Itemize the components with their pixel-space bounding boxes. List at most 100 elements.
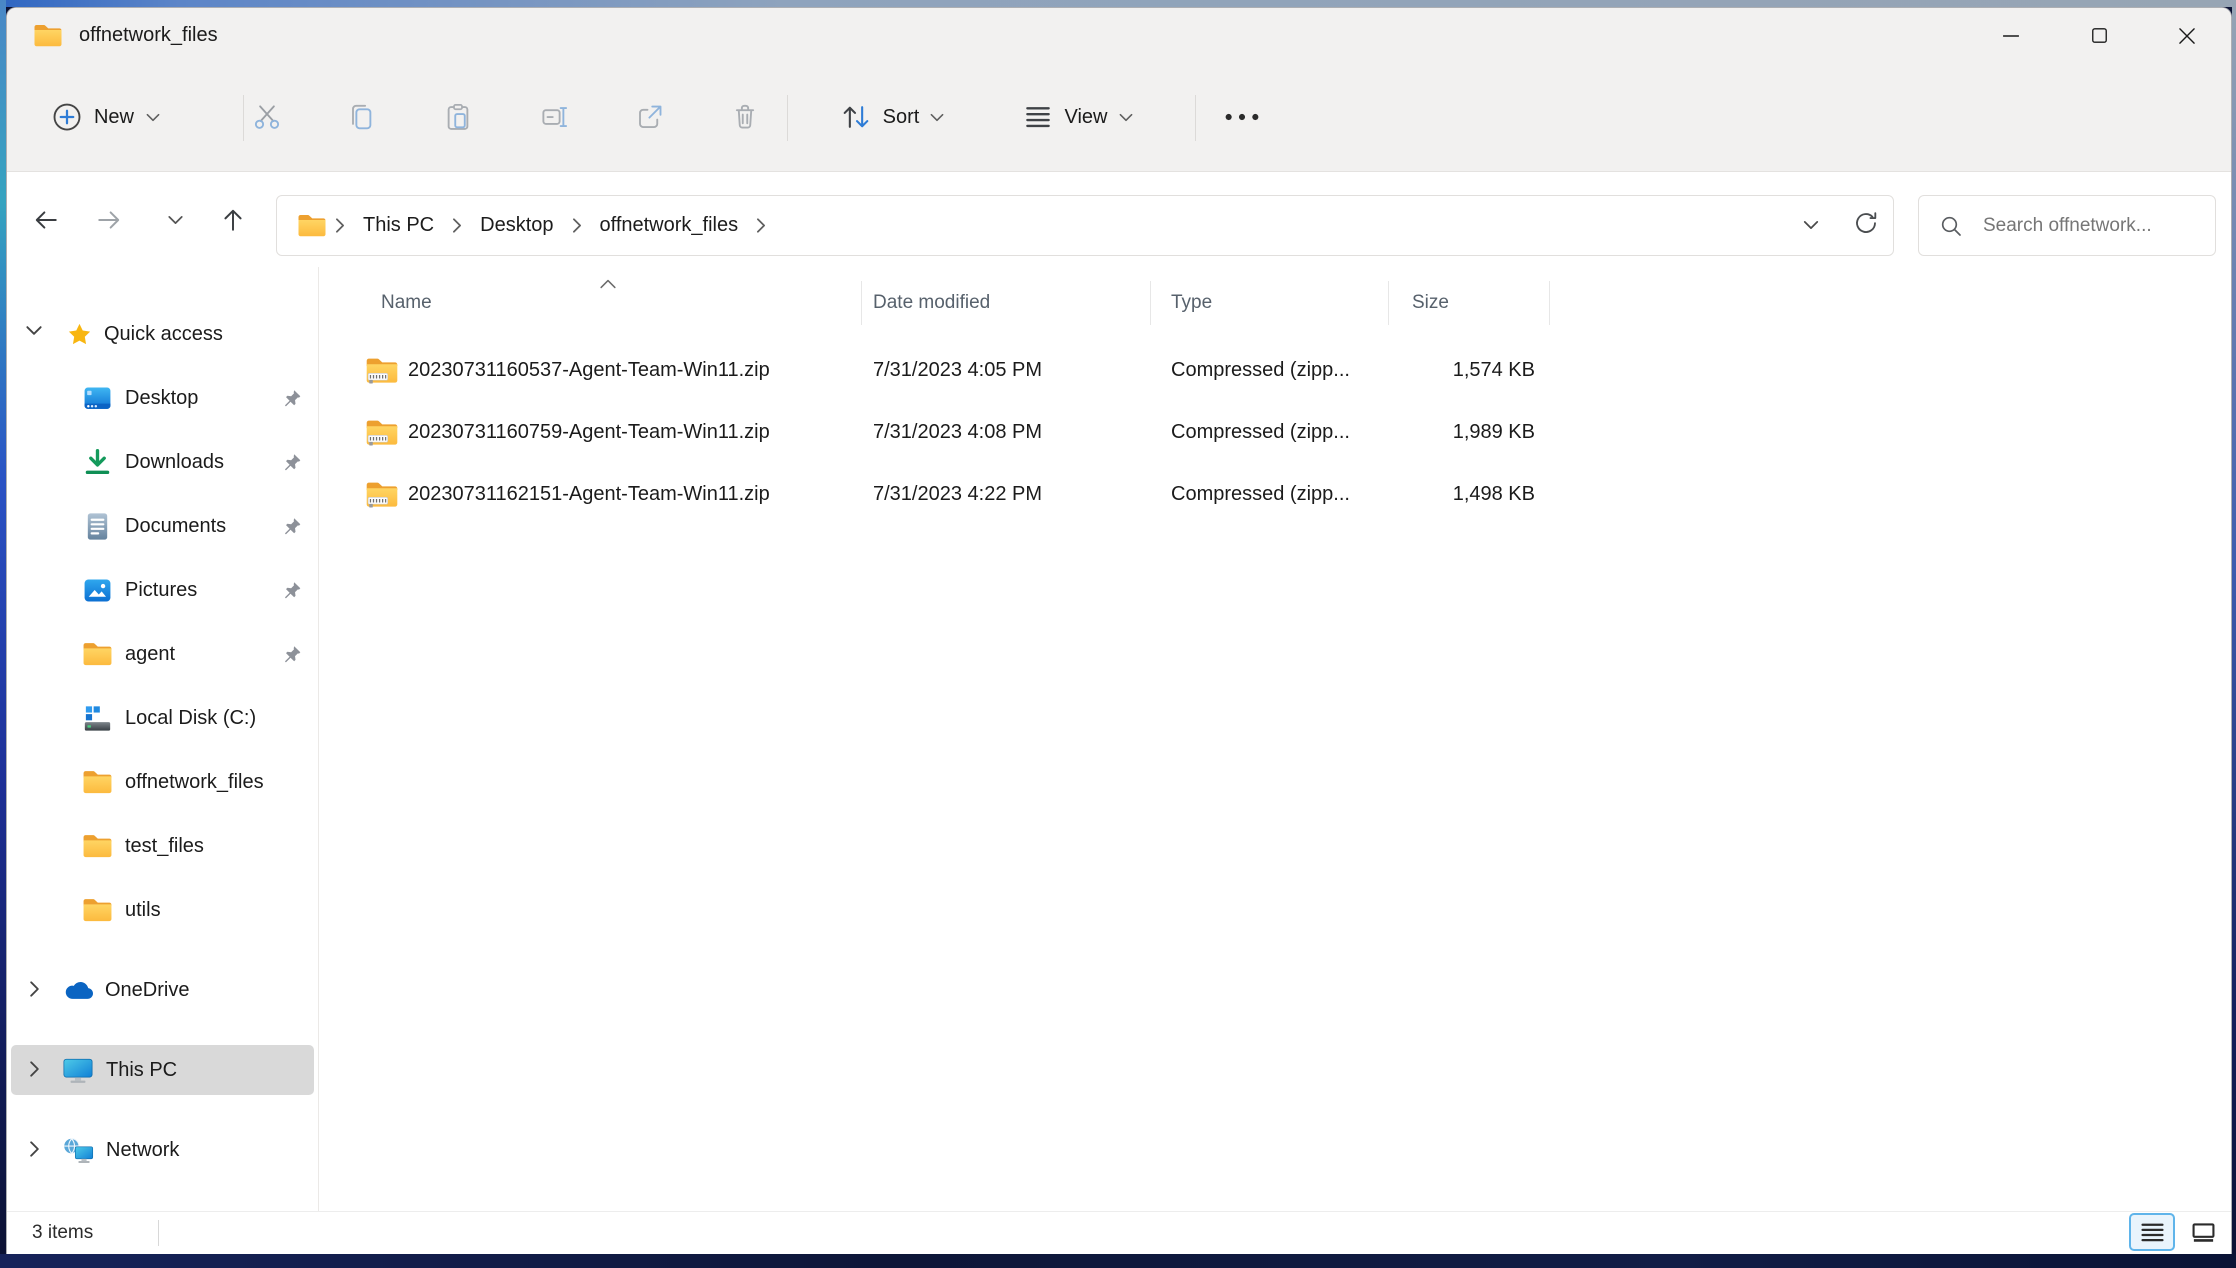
- chevron-down-icon: [25, 325, 43, 343]
- sidebar-item-label: utils: [125, 899, 161, 922]
- breadcrumb-desktop[interactable]: Desktop: [470, 208, 563, 243]
- address-bar[interactable]: This PC Desktop offnetwork_files: [276, 195, 1894, 256]
- sidebar-item-pictures[interactable]: Pictures: [11, 565, 314, 615]
- chevron-right-icon: [25, 1061, 43, 1079]
- file-row[interactable]: 20230731160759-Agent-Team-Win11.zip 7/31…: [319, 401, 2231, 463]
- new-button[interactable]: New: [37, 89, 175, 145]
- view-lines-icon: [1022, 102, 1054, 132]
- column-header-date-modified[interactable]: Date modified: [862, 281, 1151, 325]
- sidebar-item-agent[interactable]: agent: [11, 629, 314, 679]
- breadcrumb-chevron-icon: [452, 218, 462, 233]
- new-plus-icon: [52, 102, 82, 132]
- sidebar-item-utils[interactable]: utils: [11, 885, 314, 935]
- rename-button[interactable]: [526, 89, 582, 145]
- sidebar-item-label: agent: [125, 643, 175, 666]
- recent-locations-button[interactable]: [150, 195, 200, 245]
- file-size: 1,574 KB: [1389, 359, 1550, 382]
- sort-arrows-icon: [840, 102, 872, 132]
- see-more-button[interactable]: [1207, 89, 1277, 145]
- file-type: Compressed (zipp...: [1151, 421, 1389, 444]
- new-button-label: New: [94, 106, 134, 129]
- sidebar-item-label: test_files: [125, 835, 204, 858]
- sidebar-item-documents[interactable]: Documents: [11, 501, 314, 551]
- chevron-right-icon: [25, 1141, 43, 1159]
- column-header-label: Size: [1412, 292, 1449, 314]
- status-bar: 3 items: [7, 1211, 2231, 1254]
- desktop-icon: [82, 383, 113, 414]
- details-view-button[interactable]: [2129, 1213, 2175, 1251]
- sidebar-item-label: Network: [106, 1139, 179, 1162]
- trash-icon: [730, 102, 760, 132]
- pin-icon: [283, 453, 302, 472]
- status-divider: [158, 1220, 159, 1246]
- delete-button[interactable]: [717, 89, 773, 145]
- back-button[interactable]: [21, 195, 71, 245]
- sidebar-item-test-files[interactable]: test_files: [11, 821, 314, 871]
- column-header-name[interactable]: Name: [319, 281, 862, 325]
- search-box[interactable]: [1918, 195, 2216, 256]
- pin-icon: [283, 581, 302, 600]
- cut-button[interactable]: [239, 89, 295, 145]
- paste-button[interactable]: [430, 89, 486, 145]
- sidebar-item-desktop[interactable]: Desktop: [11, 373, 314, 423]
- breadcrumb-chevron-icon: [572, 218, 582, 233]
- file-date-modified: 7/31/2023 4:22 PM: [862, 483, 1151, 506]
- column-header-type[interactable]: Type: [1151, 281, 1389, 325]
- zip-folder-icon: [365, 480, 399, 509]
- copy-button[interactable]: [334, 89, 390, 145]
- onedrive-icon: [63, 980, 93, 1000]
- breadcrumb-chevron-icon: [335, 218, 345, 233]
- forward-button[interactable]: [84, 195, 134, 245]
- minimize-icon: [2001, 26, 2021, 46]
- large-thumbnails-view-button[interactable]: [2180, 1213, 2226, 1251]
- file-type: Compressed (zipp...: [1151, 483, 1389, 506]
- refresh-button[interactable]: [1853, 210, 1879, 241]
- title-bar[interactable]: offnetwork_files: [7, 8, 2231, 63]
- desktop-wallpaper-bottom: [0, 1254, 2236, 1268]
- up-button[interactable]: [208, 195, 258, 245]
- minimize-button[interactable]: [1967, 8, 2055, 63]
- toolbar-divider: [1195, 95, 1196, 141]
- sidebar-item-offnetwork-files[interactable]: offnetwork_files: [11, 757, 314, 807]
- network-icon: [62, 1137, 94, 1164]
- sidebar-item-onedrive[interactable]: OneDrive: [11, 965, 314, 1015]
- sidebar-item-label: Pictures: [125, 579, 197, 602]
- star-icon: [67, 322, 92, 347]
- navigation-bar: This PC Desktop offnetwork_files: [7, 172, 2231, 267]
- sort-button[interactable]: Sort: [812, 89, 972, 145]
- folder-icon: [297, 213, 327, 238]
- address-dropdown-button[interactable]: [1803, 217, 1819, 235]
- sidebar-item-local-disk-c[interactable]: Local Disk (C:): [11, 693, 314, 743]
- copy-icon: [347, 102, 377, 132]
- explorer-window: offnetwork_files New Sort View: [6, 7, 2232, 1254]
- sidebar-item-downloads[interactable]: Downloads: [11, 437, 314, 487]
- breadcrumb-offnetwork-files[interactable]: offnetwork_files: [590, 208, 749, 243]
- sidebar-item-this-pc[interactable]: This PC: [11, 1045, 314, 1095]
- pin-icon: [283, 645, 302, 664]
- downloads-icon: [82, 447, 113, 478]
- breadcrumb-this-pc[interactable]: This PC: [353, 208, 444, 243]
- file-name: 20230731160759-Agent-Team-Win11.zip: [408, 421, 770, 444]
- sidebar-item-network[interactable]: Network: [11, 1125, 314, 1175]
- view-button[interactable]: View: [992, 89, 1162, 145]
- close-button[interactable]: [2143, 8, 2231, 63]
- cut-icon: [252, 102, 282, 132]
- file-row[interactable]: 20230731160537-Agent-Team-Win11.zip 7/31…: [319, 339, 2231, 401]
- search-icon: [1939, 214, 1963, 238]
- folder-icon: [82, 897, 113, 923]
- column-header-label: Name: [381, 292, 432, 314]
- share-button[interactable]: [622, 89, 678, 145]
- pin-icon: [283, 517, 302, 536]
- back-arrow-icon: [33, 207, 59, 233]
- this-pc-icon: [62, 1057, 94, 1084]
- file-row[interactable]: 20230731162151-Agent-Team-Win11.zip 7/31…: [319, 463, 2231, 525]
- sidebar-item-quick-access[interactable]: Quick access: [11, 309, 314, 359]
- sidebar-item-label: OneDrive: [105, 979, 189, 1002]
- sidebar-item-label: offnetwork_files: [125, 771, 264, 794]
- column-headers: Name Date modified Type Size: [319, 281, 1550, 325]
- maximize-button[interactable]: [2055, 8, 2143, 63]
- folder-icon: [82, 769, 113, 795]
- column-header-size[interactable]: Size: [1389, 281, 1550, 325]
- search-input[interactable]: [1981, 214, 2195, 238]
- navigation-pane: Quick access Desktop Downloads Documents…: [7, 267, 319, 1211]
